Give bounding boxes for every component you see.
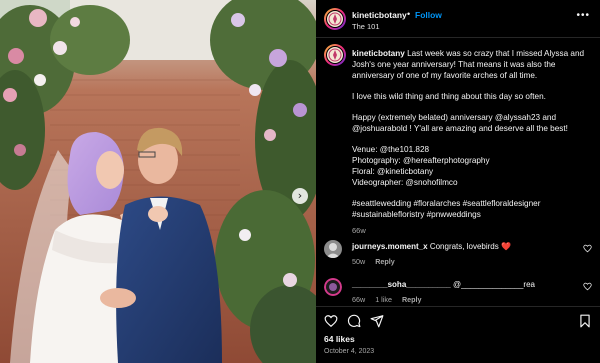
share-icon[interactable] bbox=[370, 314, 384, 328]
caption-username[interactable]: kineticbotany bbox=[352, 49, 405, 58]
caption-paragraph: I love this wild thing and thing about t… bbox=[352, 92, 546, 101]
chevron-right-icon[interactable]: › bbox=[292, 188, 308, 204]
avatar[interactable] bbox=[324, 8, 346, 30]
heart-icon[interactable] bbox=[324, 314, 338, 328]
post-location[interactable]: The 101 bbox=[352, 22, 380, 31]
kinetic-botany-logo-icon bbox=[328, 48, 342, 62]
comment-text: journeys.moment_x Congrats, lovebirds ❤️ bbox=[352, 242, 511, 251]
comment-avatar-image bbox=[324, 278, 342, 296]
post-header: kineticbotany • Follow The 101 ••• bbox=[316, 0, 600, 38]
comment-time: 50w bbox=[352, 257, 366, 266]
post-details-panel: kineticbotany • Follow The 101 ••• kinet… bbox=[316, 0, 600, 363]
caption-credit-floral: Floral: @kineticbotany bbox=[352, 167, 434, 176]
comment-text: ________soha__________ @______________re… bbox=[352, 280, 535, 289]
post-photo[interactable]: › bbox=[0, 0, 316, 363]
more-options-icon[interactable]: ••• bbox=[576, 10, 590, 21]
caption-credit-videographer: Videographer: @snohofilmco bbox=[352, 178, 458, 187]
post-author-username[interactable]: kineticbotany bbox=[352, 10, 407, 20]
kinetic-botany-logo-icon bbox=[328, 12, 342, 26]
reply-button[interactable]: Reply bbox=[375, 257, 395, 266]
comment-icon[interactable] bbox=[347, 314, 361, 328]
heart-icon[interactable] bbox=[583, 282, 592, 291]
comment-time: 66w bbox=[352, 295, 366, 304]
heart-icon[interactable] bbox=[583, 244, 592, 253]
comment-body: Congrats, lovebirds ❤️ bbox=[429, 242, 511, 251]
avatar[interactable] bbox=[324, 278, 342, 296]
comment-username[interactable]: journeys.moment_x bbox=[352, 242, 428, 251]
post-date: October 4, 2023 bbox=[324, 348, 375, 355]
caption-credit-photography: Photography: @hereafterphotography bbox=[352, 156, 490, 165]
follow-button[interactable]: Follow bbox=[415, 10, 442, 20]
comment-avatar-image bbox=[324, 240, 342, 258]
caption-paragraph: Happy (extremely belated) anniversary @a… bbox=[352, 113, 568, 133]
bookmark-icon[interactable] bbox=[578, 314, 592, 328]
comment-like-count[interactable]: 1 like bbox=[375, 295, 392, 304]
comment-meta: 66w 1 like Reply bbox=[352, 295, 430, 304]
comment-meta: 50w Reply bbox=[352, 257, 403, 266]
action-bar bbox=[316, 306, 600, 330]
caption-timestamp: 66w bbox=[352, 226, 366, 235]
wedding-photo bbox=[0, 0, 316, 363]
caption-credit-venue: Venue: @the101.828 bbox=[352, 145, 430, 154]
reply-button[interactable]: Reply bbox=[402, 295, 422, 304]
caption-avatar[interactable] bbox=[324, 44, 346, 66]
separator-dot: • bbox=[407, 9, 411, 19]
comment-body: @______________rea bbox=[453, 280, 535, 289]
comment-username[interactable]: ________soha__________ bbox=[352, 280, 451, 289]
post-caption: kineticbotany Last week was so crazy tha… bbox=[352, 48, 590, 236]
like-count[interactable]: 64 likes bbox=[324, 334, 355, 344]
caption-hashtags[interactable]: #seattlewedding #floralarches #seattlefl… bbox=[352, 198, 590, 220]
avatar[interactable] bbox=[324, 240, 342, 258]
